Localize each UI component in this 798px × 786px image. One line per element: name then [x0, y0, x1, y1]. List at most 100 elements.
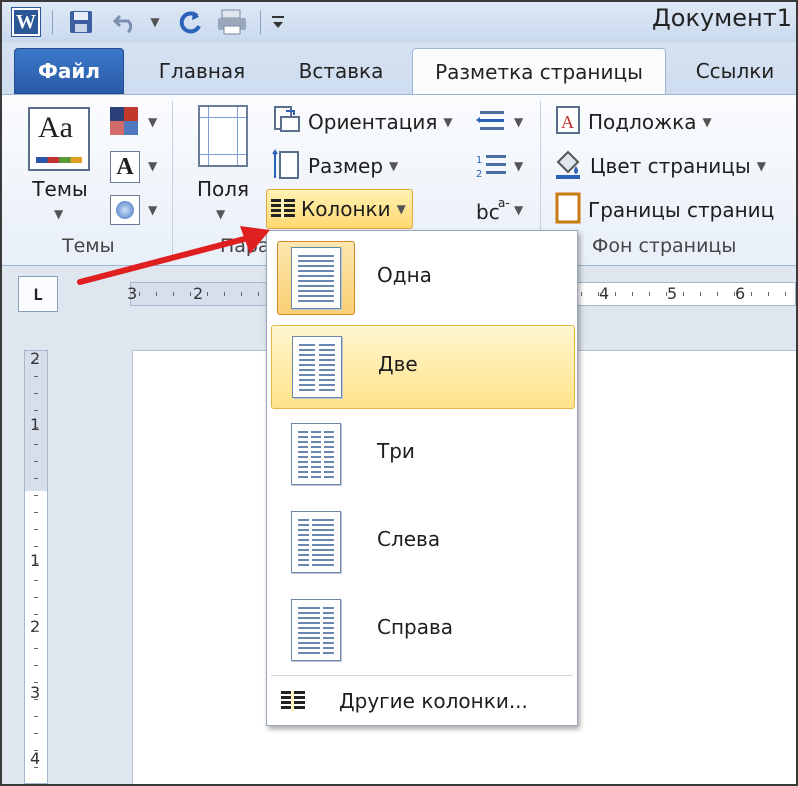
- quick-print-icon[interactable]: [214, 8, 250, 36]
- size-button[interactable]: Размер ▼: [272, 148, 399, 183]
- thumb-line: [298, 647, 320, 649]
- theme-effects-caret-icon[interactable]: ▼: [148, 203, 157, 217]
- thumb-line: [298, 471, 309, 473]
- thumb-line: [298, 627, 320, 629]
- margins-label[interactable]: Поля: [190, 177, 256, 201]
- thumb-line: [310, 436, 322, 438]
- tab-file[interactable]: Файл: [14, 48, 124, 94]
- theme-colors-icon[interactable]: [110, 107, 144, 137]
- page-color-caret-icon: ▼: [756, 159, 766, 173]
- qat-separator: [260, 10, 261, 34]
- themes-label[interactable]: Темы: [24, 177, 96, 201]
- ruler-number: 1: [30, 415, 41, 434]
- ruler-tick: [683, 292, 684, 296]
- thumb-line: [299, 354, 316, 356]
- margins-icon[interactable]: [198, 105, 248, 167]
- thumb-line: [310, 466, 322, 468]
- ruler-tick: [34, 427, 38, 428]
- size-caret-icon: ▼: [389, 159, 399, 173]
- thumb-line: [298, 524, 309, 526]
- undo-dropdown-icon[interactable]: ▼: [148, 8, 162, 36]
- thumb-line: [323, 451, 334, 453]
- page-borders-label: Границы страниц: [588, 198, 775, 222]
- ruler-tick: [139, 292, 140, 296]
- more-columns-item[interactable]: Другие колонки...: [271, 681, 575, 721]
- ruler-tick: [615, 292, 616, 296]
- columns-button[interactable]: Колонки ▼: [266, 189, 413, 229]
- thumb-line: [312, 564, 334, 566]
- two-columns-icon: [278, 330, 356, 404]
- tab-page-layout[interactable]: Разметка страницы: [412, 48, 666, 95]
- redo-icon[interactable]: [174, 8, 208, 36]
- ruler-tick: [34, 546, 38, 547]
- ruler-tick: [768, 292, 769, 296]
- columns-option-three[interactable]: Три: [271, 413, 575, 497]
- ruler-tick: [34, 478, 38, 479]
- save-icon[interactable]: [66, 8, 96, 36]
- ruler-tick: [785, 292, 786, 296]
- customize-qat-icon[interactable]: [268, 8, 288, 36]
- watermark-button[interactable]: A Подложка ▼: [554, 105, 712, 137]
- thumb-line: [298, 534, 309, 536]
- thumb-line: [298, 270, 334, 272]
- word-logo[interactable]: W: [12, 8, 40, 36]
- thumb-line: [298, 529, 309, 531]
- columns-option-right[interactable]: Справа: [271, 589, 575, 673]
- line-numbers-button[interactable]: 12 ▼: [476, 151, 528, 181]
- thumb-line: [298, 295, 334, 297]
- thumb-line: [323, 441, 334, 443]
- margins-caret-icon[interactable]: ▼: [216, 207, 225, 221]
- thumb-line: [310, 451, 322, 453]
- theme-colors-caret-icon[interactable]: ▼: [148, 115, 157, 129]
- columns-option-label: Три: [377, 439, 415, 463]
- thumb-line: [312, 534, 334, 536]
- theme-effects-icon[interactable]: [110, 195, 140, 225]
- more-columns-label: Другие колонки...: [339, 689, 528, 713]
- thumb-line: [323, 436, 334, 438]
- columns-option-one[interactable]: Одна: [271, 237, 575, 321]
- hyphenation-button[interactable]: bc a- ▼: [476, 195, 528, 225]
- columns-option-two[interactable]: Две: [271, 325, 575, 409]
- theme-fonts-icon[interactable]: A: [110, 151, 140, 183]
- svg-text:A: A: [561, 112, 574, 132]
- thumb-line: [298, 300, 334, 302]
- ruler-tick: [34, 597, 38, 598]
- orientation-label: Ориентация: [308, 110, 438, 134]
- thumb-line: [323, 612, 334, 614]
- watermark-caret-icon: ▼: [702, 115, 712, 129]
- thumb-line: [298, 265, 334, 267]
- tab-references[interactable]: Ссылки: [680, 48, 790, 94]
- right-columns-icon: [277, 593, 355, 667]
- undo-icon[interactable]: [110, 8, 144, 36]
- ruler-tick: [751, 292, 752, 296]
- thumb-line: [312, 519, 334, 521]
- columns-option-label: Справа: [377, 615, 454, 639]
- thumb-line: [310, 441, 322, 443]
- orientation-button[interactable]: Ориентация ▼: [272, 105, 453, 137]
- columns-icon: [271, 199, 295, 219]
- thumb-line: [310, 456, 322, 458]
- page-background-group-label: Фон страницы: [592, 235, 737, 257]
- vertical-ruler[interactable]: 2 1 1 2 3 4: [24, 349, 48, 784]
- ruler-tick: [34, 682, 38, 683]
- ruler-tick: [34, 716, 38, 717]
- columns-option-left[interactable]: Слева: [271, 501, 575, 585]
- thumb-line: [298, 637, 320, 639]
- tab-insert[interactable]: Вставка: [282, 48, 400, 94]
- breaks-button[interactable]: ▼: [476, 109, 528, 135]
- thumb-line: [299, 344, 316, 346]
- thumb-line: [310, 431, 322, 433]
- theme-fonts-caret-icon[interactable]: ▼: [148, 159, 157, 173]
- page-color-button[interactable]: Цвет страницы ▼: [554, 149, 766, 183]
- ruler-tick: [207, 292, 208, 296]
- more-columns-icon: [281, 691, 305, 711]
- themes-caret-icon[interactable]: ▼: [54, 207, 63, 221]
- tab-stop-selector[interactable]: L: [18, 276, 58, 312]
- svg-text:bc: bc: [476, 200, 500, 224]
- themes-icon[interactable]: Aa: [28, 107, 90, 171]
- window-title: Документ1: [652, 4, 792, 32]
- svg-text:a-: a-: [498, 196, 510, 210]
- ruler-tick: [34, 750, 38, 751]
- tab-home[interactable]: Главная: [142, 48, 262, 94]
- page-borders-button[interactable]: Границы страниц: [554, 192, 775, 227]
